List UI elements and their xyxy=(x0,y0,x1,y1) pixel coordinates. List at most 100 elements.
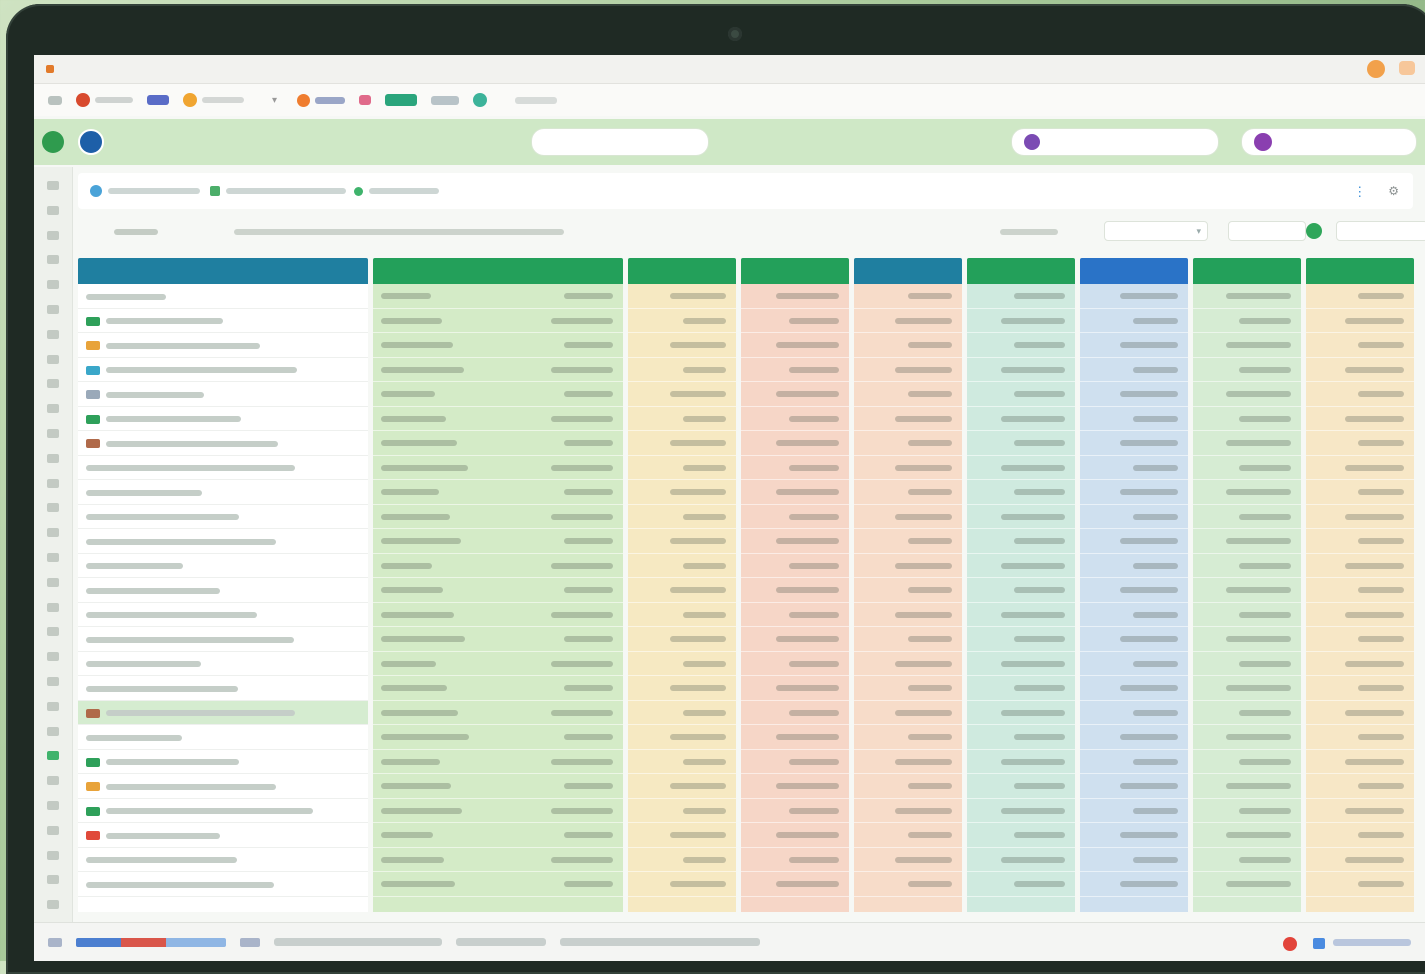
row-name-cell[interactable] xyxy=(78,284,368,309)
table-cell[interactable] xyxy=(741,848,849,872)
record-icon[interactable] xyxy=(1283,937,1297,951)
table-cell[interactable] xyxy=(628,578,736,603)
table-cell[interactable] xyxy=(1306,848,1414,872)
column-header[interactable] xyxy=(1306,258,1414,284)
table-cell[interactable] xyxy=(967,725,1075,750)
table-cell[interactable] xyxy=(1080,701,1188,725)
table-cell[interactable] xyxy=(628,848,736,872)
table-cell[interactable] xyxy=(628,431,736,456)
rail-nav-icon[interactable] xyxy=(47,602,59,612)
table-cell[interactable] xyxy=(1080,333,1188,358)
row-name-cell[interactable] xyxy=(78,602,368,627)
rail-nav-icon[interactable] xyxy=(47,280,59,290)
table-cell[interactable] xyxy=(967,652,1075,676)
table-cell[interactable] xyxy=(628,627,736,652)
table-cell[interactable] xyxy=(373,603,623,627)
table-cell[interactable] xyxy=(1306,529,1414,554)
table-cell[interactable] xyxy=(967,701,1075,725)
table-cell[interactable] xyxy=(628,872,736,897)
table-cell[interactable] xyxy=(854,382,962,407)
table-cell[interactable] xyxy=(1306,823,1414,848)
table-cell[interactable] xyxy=(967,505,1075,529)
view-chip[interactable] xyxy=(431,95,460,105)
row-name-cell[interactable] xyxy=(78,823,368,848)
table-cell[interactable] xyxy=(967,456,1075,480)
table-cell[interactable] xyxy=(1193,725,1301,750)
table-cell[interactable] xyxy=(1080,505,1188,529)
column-header[interactable] xyxy=(78,258,368,284)
table-cell[interactable] xyxy=(628,799,736,823)
table-cell[interactable] xyxy=(373,505,623,529)
row-name-cell[interactable] xyxy=(78,627,368,652)
share-button[interactable] xyxy=(147,95,169,105)
user-pill[interactable] xyxy=(1242,129,1416,155)
table-cell[interactable] xyxy=(741,872,849,897)
table-cell[interactable] xyxy=(373,872,623,897)
table-cell[interactable] xyxy=(628,358,736,382)
settings-icon[interactable]: ⚙ xyxy=(1388,184,1399,200)
table-cell[interactable] xyxy=(1306,480,1414,505)
table-cell[interactable] xyxy=(967,431,1075,456)
table-cell[interactable] xyxy=(741,284,849,309)
table-cell[interactable] xyxy=(967,309,1075,333)
table-cell[interactable] xyxy=(1193,284,1301,309)
table-cell[interactable] xyxy=(1306,505,1414,529)
table-cell[interactable] xyxy=(1193,431,1301,456)
table-cell[interactable] xyxy=(373,848,623,872)
rail-nav-icon[interactable] xyxy=(47,801,59,810)
table-cell[interactable] xyxy=(1306,725,1414,750)
rail-nav-icon[interactable] xyxy=(47,726,59,736)
table-cell[interactable] xyxy=(1306,799,1414,823)
breadcrumb-trail-2[interactable] xyxy=(226,188,346,194)
table-cell[interactable] xyxy=(854,627,962,652)
table-cell[interactable] xyxy=(741,505,849,529)
notification-icon[interactable] xyxy=(1313,938,1325,949)
status-dot-icon[interactable] xyxy=(1306,223,1322,239)
table-cell[interactable] xyxy=(628,676,736,701)
table-cell[interactable] xyxy=(373,554,623,578)
table-cell[interactable] xyxy=(854,333,962,358)
table-cell[interactable] xyxy=(1306,309,1414,333)
table-cell[interactable] xyxy=(373,382,623,407)
table-cell[interactable] xyxy=(1080,480,1188,505)
comment-button[interactable] xyxy=(183,93,244,107)
table-cell[interactable] xyxy=(741,701,849,725)
table-cell[interactable] xyxy=(1080,309,1188,333)
table-cell[interactable] xyxy=(854,284,962,309)
rail-nav-icon[interactable] xyxy=(47,305,59,314)
table-cell[interactable] xyxy=(628,603,736,627)
view-selector[interactable] xyxy=(1336,221,1425,241)
date-field[interactable] xyxy=(1228,221,1306,241)
table-cell[interactable] xyxy=(1080,529,1188,554)
table-cell[interactable] xyxy=(1306,652,1414,676)
table-cell[interactable] xyxy=(628,725,736,750)
table-cell[interactable] xyxy=(373,652,623,676)
table-cell[interactable] xyxy=(854,701,962,725)
table-cell[interactable] xyxy=(1306,358,1414,382)
workspace-avatar[interactable] xyxy=(78,129,104,155)
table-cell[interactable] xyxy=(967,627,1075,652)
table-cell[interactable] xyxy=(854,480,962,505)
sheet-tab-5[interactable] xyxy=(560,938,760,946)
table-cell[interactable] xyxy=(1306,554,1414,578)
table-cell[interactable] xyxy=(373,456,623,480)
table-cell[interactable] xyxy=(1080,627,1188,652)
column-header[interactable] xyxy=(628,258,736,284)
column-header[interactable] xyxy=(854,258,962,284)
row-name-cell[interactable] xyxy=(78,872,368,897)
rail-nav-icon[interactable] xyxy=(47,429,59,438)
table-cell[interactable] xyxy=(967,529,1075,554)
table-cell[interactable] xyxy=(1306,750,1414,774)
table-cell[interactable] xyxy=(741,603,849,627)
row-name-cell[interactable] xyxy=(78,578,368,603)
table-cell[interactable] xyxy=(1080,382,1188,407)
dropdown-icon[interactable]: ▾ xyxy=(272,95,277,106)
table-cell[interactable] xyxy=(628,701,736,725)
table-cell[interactable] xyxy=(1306,701,1414,725)
account-button[interactable] xyxy=(1367,60,1385,78)
table-cell[interactable] xyxy=(1080,750,1188,774)
table-cell[interactable] xyxy=(967,358,1075,382)
table-cell[interactable] xyxy=(1080,823,1188,848)
table-cell[interactable] xyxy=(373,333,623,358)
table-cell[interactable] xyxy=(1080,676,1188,701)
